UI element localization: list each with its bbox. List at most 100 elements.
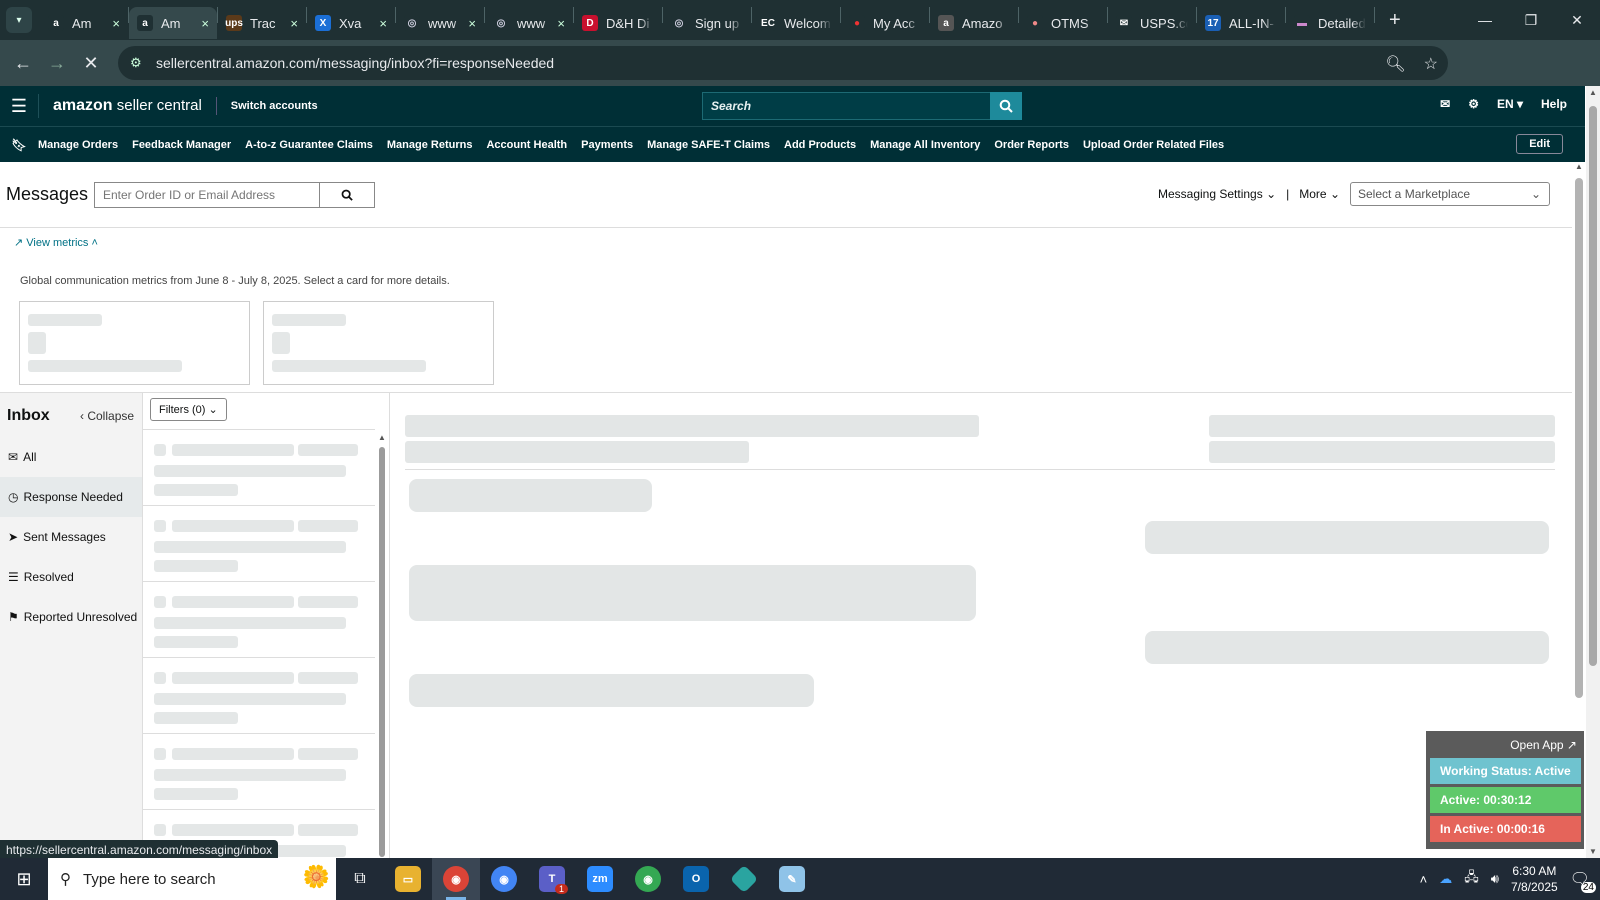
global-search-input[interactable] xyxy=(702,92,990,120)
subnav-link[interactable]: A-to-z Guarantee Claims xyxy=(245,139,373,151)
tab-search-button[interactable]: ▾ xyxy=(6,7,32,33)
zoom-icon[interactable]: 🔍︎ xyxy=(1385,54,1405,74)
close-window-icon[interactable]: ✕ xyxy=(1554,0,1600,40)
marketplace-select[interactable]: Select a Marketplace ⌄ xyxy=(1350,182,1550,206)
browser-tab[interactable]: ● OTMS xyxy=(1019,7,1107,39)
back-icon[interactable]: ← xyxy=(6,53,40,74)
windows-start-icon[interactable]: ⊞ xyxy=(0,869,48,890)
restore-icon[interactable]: ❐ xyxy=(1508,0,1554,40)
edit-nav-button[interactable]: Edit xyxy=(1516,134,1563,154)
subnav-link[interactable]: Account Health xyxy=(486,139,567,151)
global-search-button[interactable] xyxy=(990,92,1022,120)
browser-tab[interactable]: a Am × xyxy=(40,7,128,39)
subnav-link[interactable]: Manage All Inventory xyxy=(870,139,980,151)
page-scrollbar[interactable]: ▲ ▼ xyxy=(1586,86,1600,858)
browser-tab[interactable]: ● My Acc xyxy=(841,7,929,39)
browser-tab[interactable]: ◎ www × xyxy=(396,7,484,39)
clock[interactable]: 6:30 AM 7/8/2025 xyxy=(1511,863,1558,895)
browser-tab[interactable]: X Xva × xyxy=(307,7,395,39)
browser-tab[interactable]: ups Trac × xyxy=(218,7,306,39)
order-search-button[interactable] xyxy=(320,181,375,208)
chrome-app-icon[interactable]: ◉ xyxy=(624,858,672,900)
scroll-up-arrow-icon[interactable]: ▲ xyxy=(1575,162,1583,171)
subnav-link[interactable]: Upload Order Related Files xyxy=(1083,139,1224,151)
file-explorer-icon[interactable]: ▭ xyxy=(384,858,432,900)
browser-tab[interactable]: a Amazo xyxy=(930,7,1018,39)
forward-icon[interactable]: → xyxy=(40,53,74,74)
task-view-icon[interactable]: ⧉ xyxy=(336,858,384,900)
chrome-profile-icon[interactable]: ◉ xyxy=(480,858,528,900)
volume-icon[interactable]: 🔊︎ xyxy=(1491,871,1499,887)
browser-tab[interactable]: D D&H Di xyxy=(574,7,662,39)
teams-icon[interactable]: T1 xyxy=(528,858,576,900)
inbox-folder-item[interactable]: ◷ Response Needed xyxy=(0,477,142,517)
scrollbar-thumb[interactable] xyxy=(379,447,385,857)
bookmark-star-icon[interactable]: ☆ xyxy=(1424,54,1438,74)
mail-icon[interactable]: ✉ xyxy=(1440,97,1450,111)
more-dropdown[interactable]: More ⌄ xyxy=(1299,187,1340,201)
browser-tab[interactable]: 17 ALL-IN- xyxy=(1197,7,1285,39)
chevron-up-icon[interactable]: ˄ xyxy=(1420,872,1428,887)
language-selector[interactable]: EN ▾ xyxy=(1497,97,1523,111)
inbox-folder-item[interactable]: ➤ Sent Messages xyxy=(0,517,142,557)
new-tab-button[interactable]: + xyxy=(1389,9,1401,32)
subnav-link[interactable]: Add Products xyxy=(784,139,856,151)
url-text[interactable]: sellercentral.amazon.com/messaging/inbox… xyxy=(156,55,554,71)
conversation-item-loading[interactable] xyxy=(143,658,375,734)
browser-tab[interactable]: ◎ Sign up xyxy=(663,7,751,39)
taskbar-search[interactable]: ⚲ Type here to search 🌼 xyxy=(48,858,336,900)
zoom-app-icon[interactable]: zm xyxy=(576,858,624,900)
subnav-link[interactable]: Manage SAFE-T Claims xyxy=(647,139,770,151)
omnibox[interactable]: ⚙ sellercentral.amazon.com/messaging/inb… xyxy=(118,46,1448,80)
inbox-folder-item[interactable]: ⚑ Reported Unresolved xyxy=(0,597,142,637)
collapse-button[interactable]: ‹ Collapse xyxy=(80,409,134,423)
switch-accounts-link[interactable]: Switch accounts xyxy=(215,97,318,115)
browser-tab[interactable]: ✉ USPS.co xyxy=(1108,7,1196,39)
chrome-icon[interactable]: ◉ xyxy=(432,858,480,900)
conversation-list-scrollbar[interactable]: ▲ xyxy=(377,433,387,857)
conversation-item-loading[interactable] xyxy=(143,430,375,506)
metric-card-loading[interactable] xyxy=(19,301,250,385)
close-tab-icon[interactable]: × xyxy=(379,16,387,31)
onedrive-icon[interactable]: ☁ xyxy=(1439,871,1452,887)
scroll-down-arrow-icon[interactable]: ▼ xyxy=(1589,847,1597,856)
network-icon[interactable]: 🖧︎ xyxy=(1464,868,1479,890)
scroll-up-arrow-icon[interactable]: ▲ xyxy=(378,433,386,442)
browser-tab[interactable]: a Am × xyxy=(129,7,217,39)
inbox-folder-item[interactable]: ✉ All xyxy=(0,437,142,477)
inbox-folder-item[interactable]: ☰ Resolved xyxy=(0,557,142,597)
close-tab-icon[interactable]: × xyxy=(468,16,476,31)
scroll-up-arrow-icon[interactable]: ▲ xyxy=(1589,88,1597,97)
settings-gear-icon[interactable]: ⚙ xyxy=(1468,97,1479,111)
subnav-link[interactable]: Manage Orders xyxy=(38,139,118,151)
metric-card-loading[interactable] xyxy=(263,301,494,385)
notifications-icon[interactable]: 🗨︎ 24 xyxy=(1570,869,1596,893)
notepad-icon[interactable]: ✎ xyxy=(768,858,816,900)
close-tab-icon[interactable]: × xyxy=(290,16,298,31)
close-tab-icon[interactable]: × xyxy=(557,16,565,31)
browser-tab[interactable]: EC Welcom xyxy=(752,7,840,39)
filters-button[interactable]: Filters (0) ⌄ xyxy=(150,398,227,421)
view-metrics-toggle[interactable]: ↗ View metrics ˄ xyxy=(14,236,1572,249)
conversation-item-loading[interactable] xyxy=(143,582,375,658)
subnav-link[interactable]: Feedback Manager xyxy=(132,139,231,151)
outlook-icon[interactable]: O xyxy=(672,858,720,900)
help-link[interactable]: Help xyxy=(1541,97,1567,111)
close-tab-icon[interactable]: × xyxy=(201,16,209,31)
minimize-icon[interactable]: — xyxy=(1462,0,1508,40)
app-diamond-icon[interactable] xyxy=(720,858,768,900)
subnav-link[interactable]: Manage Returns xyxy=(387,139,473,151)
close-tab-icon[interactable]: × xyxy=(112,16,120,31)
amazon-seller-central-logo[interactable]: amazon seller central xyxy=(38,94,216,118)
scrollbar-thumb[interactable] xyxy=(1589,106,1597,666)
conversation-item-loading[interactable] xyxy=(143,734,375,810)
site-info-icon[interactable]: ⚙ xyxy=(130,55,142,71)
conversation-item-loading[interactable] xyxy=(143,506,375,582)
hamburger-menu-icon[interactable]: ☰ xyxy=(0,96,38,117)
subnav-link[interactable]: Payments xyxy=(581,139,633,151)
open-app-link[interactable]: Open App ↗ xyxy=(1430,734,1581,758)
subnav-link[interactable]: Order Reports xyxy=(994,139,1069,151)
order-search-input[interactable] xyxy=(94,181,320,208)
scrollbar-thumb[interactable] xyxy=(1575,178,1583,698)
messaging-settings-dropdown[interactable]: Messaging Settings ⌄ xyxy=(1158,187,1276,201)
